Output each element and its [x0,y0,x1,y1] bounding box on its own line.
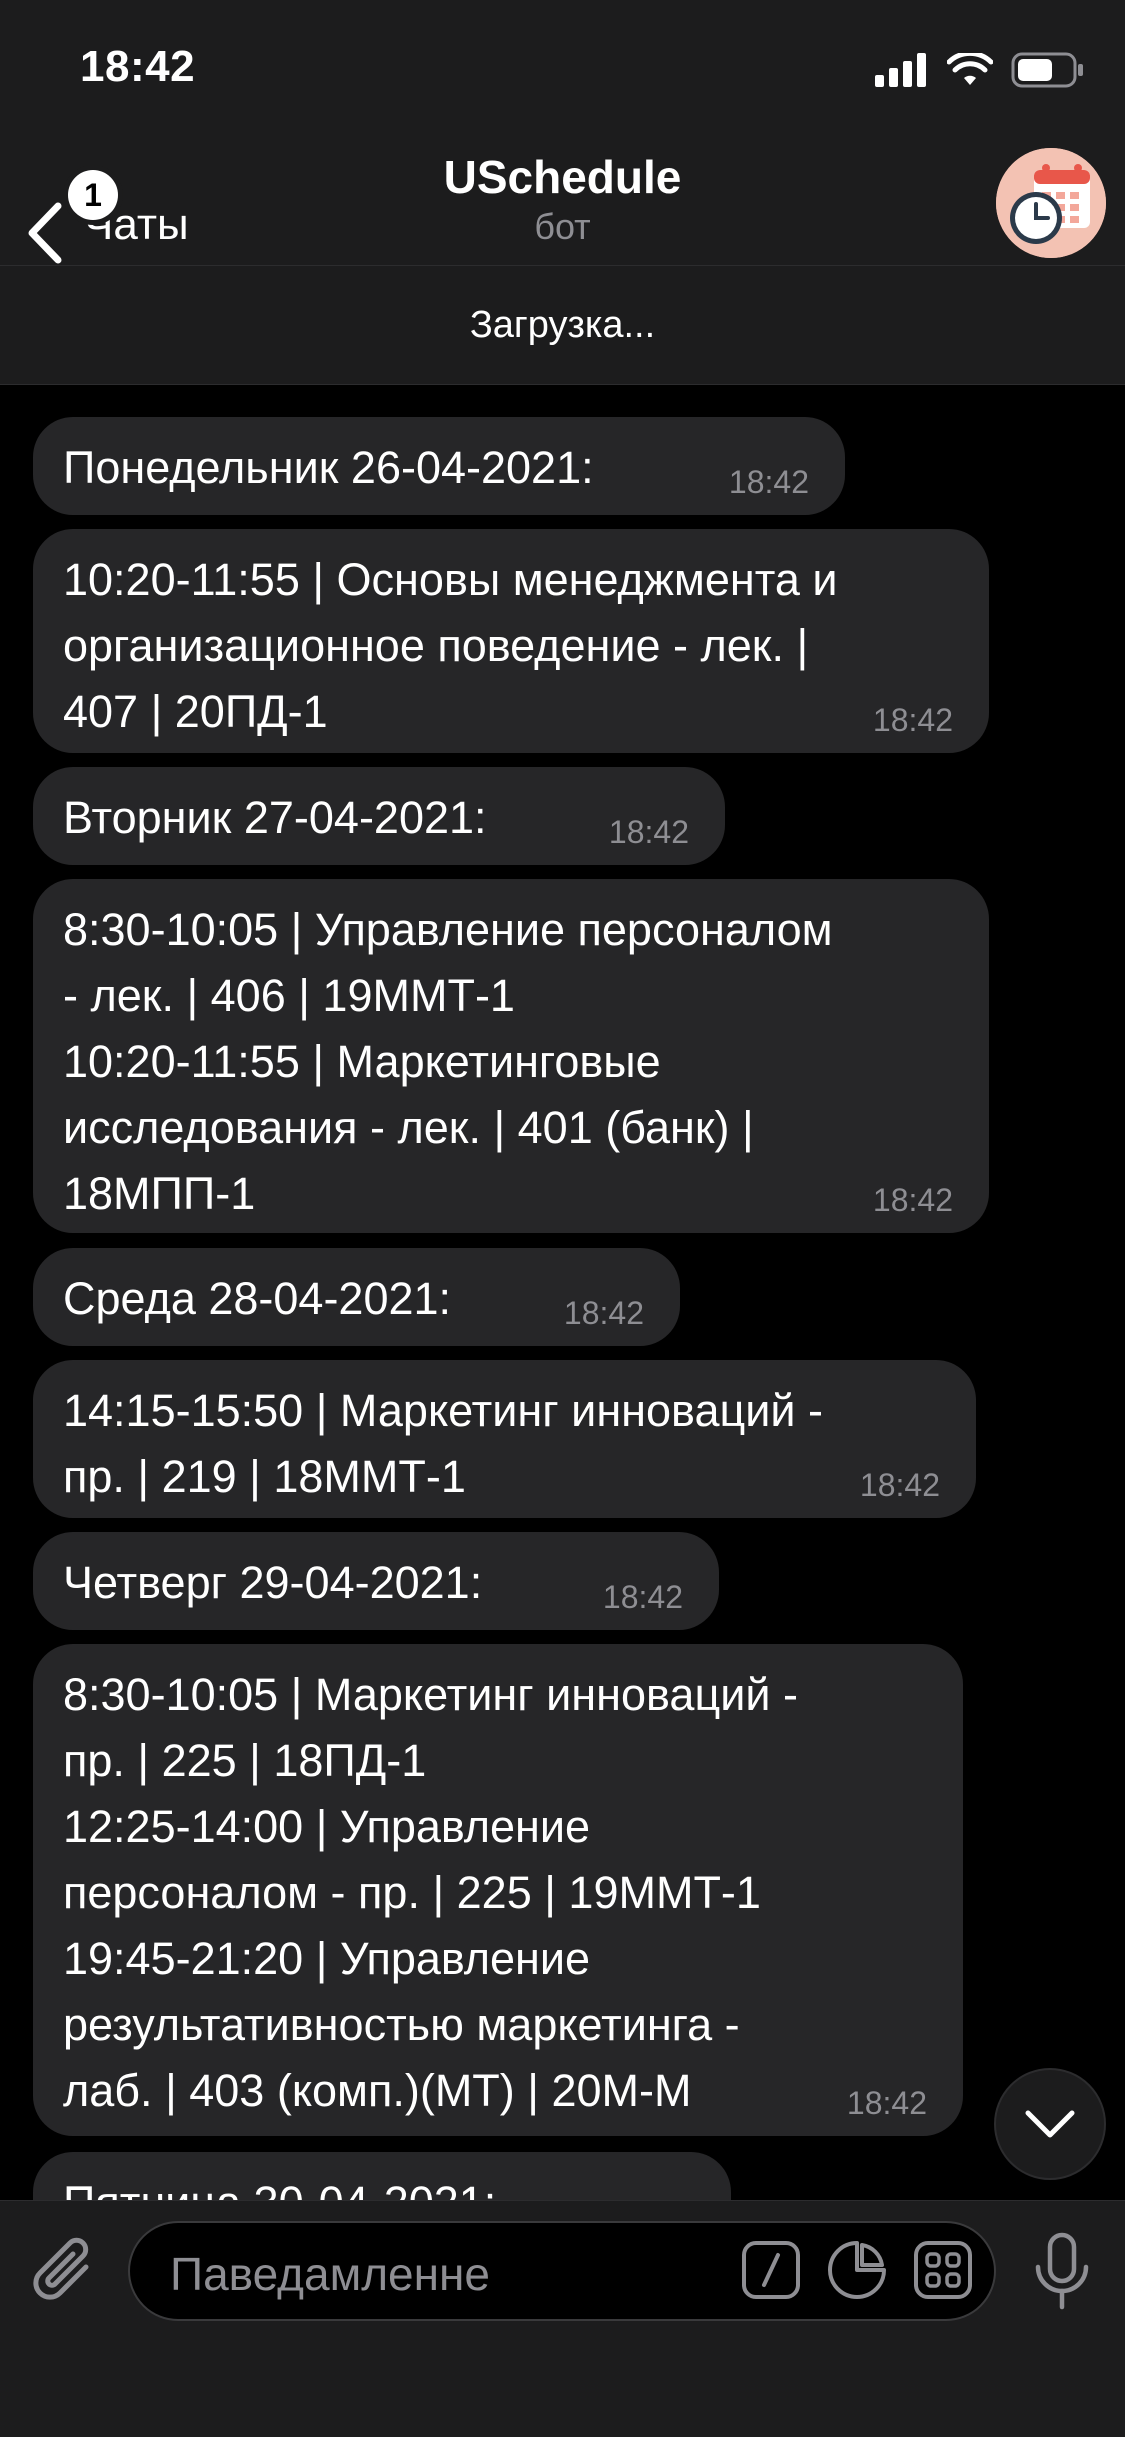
signal-icon [875,53,926,87]
bot-avatar[interactable] [996,148,1106,258]
message-time: 18:42 [872,1182,953,1218]
message-list[interactable]: Понедельник 26-04-2021: 18:42 10:20-11:5… [0,384,1125,2200]
status-bar: 18:42 [0,0,1125,130]
chat-title[interactable]: USchedule [0,150,1125,204]
message-bubble[interactable]: 10:20-11:55 | Основы менеджмента и орган… [33,529,989,753]
message-input-placeholder: Паведамленне [170,2248,491,2300]
message-text: Понедельник 26-04-2021: [63,442,594,493]
message-text: 8:30-10:05 | Маркетинг инноваций - пр. |… [63,1669,798,2116]
message-bubble[interactable]: Пятница 30-04-2021: [33,2152,731,2200]
status-icons [875,50,1085,90]
bot-command-icon[interactable] [740,2239,802,2301]
message-bubble[interactable]: 8:30-10:05 | Маркетинг инноваций - пр. |… [33,1644,963,2136]
message-time: 18:42 [728,464,809,500]
message-bubble[interactable]: Среда 28-04-2021: 18:42 [33,1248,680,1346]
status-time: 18:42 [80,42,196,91]
input-bar: Паведамленне [0,2200,1125,2437]
message-text: 8:30-10:05 | Управление персоналом - лек… [63,904,833,1219]
message-text: 14:15-15:50 | Маркетинг инноваций - пр. … [63,1385,824,1502]
sticker-icon[interactable] [826,2239,888,2301]
message-time: 18:42 [846,2085,927,2121]
chat-subtitle: бот [534,206,591,247]
message-bubble[interactable]: 14:15-15:50 | Маркетинг инноваций - пр. … [33,1360,976,1518]
keyboard-buttons-icon[interactable] [912,2239,974,2301]
message-time: 18:42 [563,1295,644,1331]
chevron-down-icon [1025,2110,1075,2138]
message-bubble[interactable]: 8:30-10:05 | Управление персоналом - лек… [33,879,989,1233]
message-time: 18:42 [608,814,689,850]
calendar-clock-icon [996,148,1106,258]
battery-icon [1011,52,1083,88]
message-text: Пятница 30-04-2021: [63,2170,695,2200]
message-bubble[interactable]: Четверг 29-04-2021: 18:42 [33,1532,719,1630]
wifi-icon [947,53,993,85]
message-time: 18:42 [859,1467,940,1503]
message-text: Среда 28-04-2021: [63,1273,452,1324]
paperclip-icon[interactable] [30,2233,100,2309]
message-text: 10:20-11:55 | Основы менеджмента и орган… [63,554,838,737]
message-text: Вторник 27-04-2021: [63,792,487,843]
loading-banner: Загрузка... [0,265,1125,385]
message-text: Четверг 29-04-2021: [63,1557,483,1608]
message-input[interactable]: Паведамленне [128,2221,996,2321]
scroll-to-bottom-button[interactable] [994,2068,1106,2180]
message-time: 18:42 [602,1579,683,1615]
message-bubble[interactable]: Вторник 27-04-2021: 18:42 [33,767,725,865]
microphone-icon[interactable] [1030,2231,1094,2313]
input-icons [740,2239,974,2301]
message-time: 18:42 [872,702,953,738]
message-bubble[interactable]: Понедельник 26-04-2021: 18:42 [33,417,845,515]
chat-header: Чаты 1 USchedule бот [0,130,1125,265]
